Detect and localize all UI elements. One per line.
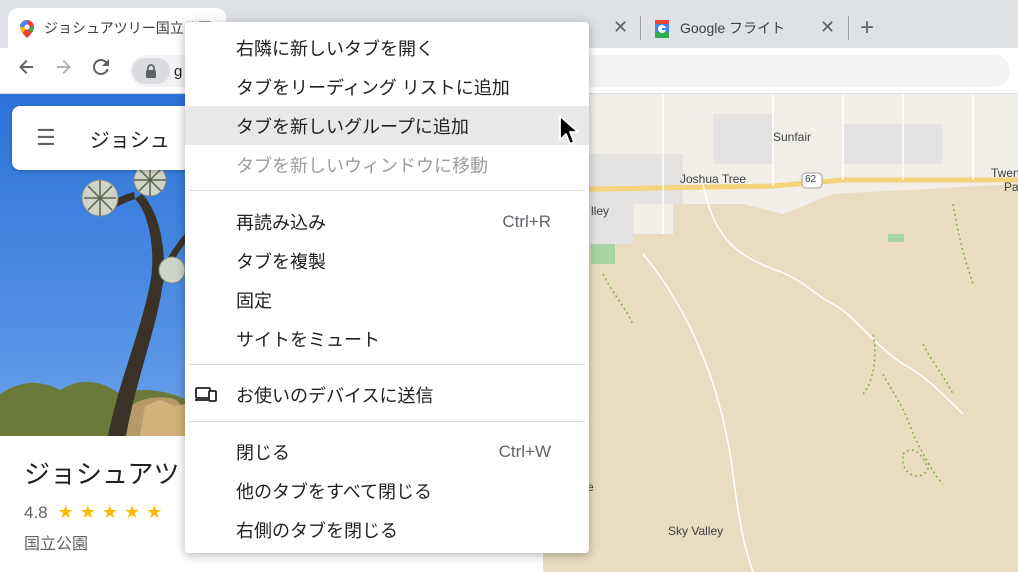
mouse-cursor-icon	[558, 114, 582, 153]
place-category: 国立公園	[24, 536, 89, 553]
menu-item-reload[interactable]: 再読み込み Ctrl+R	[185, 202, 589, 241]
menu-separator	[189, 421, 585, 422]
rating-row: 4.8 ★★★★★	[24, 502, 168, 523]
google-flights-icon	[654, 20, 670, 41]
lock-icon[interactable]	[132, 58, 170, 84]
map-label: Joshua Tree	[680, 172, 747, 186]
send-to-devices-icon	[195, 386, 217, 407]
menu-item-label: タブをリーディング リストに追加	[236, 77, 510, 98]
close-icon[interactable]: ✕	[820, 17, 835, 38]
map-label: Sky Valley	[668, 524, 724, 538]
tab-google-flights[interactable]: Google フライト ✕	[644, 8, 844, 48]
url-text: g	[174, 62, 183, 80]
menu-item-mute-site[interactable]: サイトをミュート	[185, 319, 589, 358]
hamburger-menu-icon[interactable]: ☰	[36, 125, 56, 151]
tab-separator	[848, 16, 849, 40]
menu-item-label: タブを複製	[236, 251, 326, 272]
place-title: ジョシュアツ	[24, 459, 180, 489]
menu-item-label: 右側のタブを閉じる	[236, 520, 398, 541]
search-query: ジョシュ	[89, 129, 170, 152]
menu-item-close[interactable]: 閉じる Ctrl+W	[185, 432, 589, 471]
new-tab-button[interactable]: +	[860, 16, 874, 40]
back-arrow-icon[interactable]	[16, 56, 36, 86]
forward-arrow-icon[interactable]	[54, 56, 74, 86]
menu-item-label: お使いのデバイスに送信	[236, 385, 434, 406]
menu-item-pin[interactable]: 固定	[185, 280, 589, 319]
star-rating-icon: ★★★★★	[57, 502, 169, 522]
menu-item-label: タブを新しいウィンドウに移動	[236, 155, 488, 176]
menu-item-add-to-new-group[interactable]: タブを新しいグループに追加	[185, 106, 589, 145]
menu-item-label: サイトをミュート	[236, 329, 380, 350]
reload-icon[interactable]	[91, 56, 111, 86]
menu-item-label: 閉じる	[236, 442, 290, 463]
close-icon[interactable]: ✕	[613, 17, 628, 38]
menu-item-move-to-new-window: タブを新しいウィンドウに移動	[185, 145, 589, 184]
google-maps-pin-icon	[20, 20, 34, 41]
map-label: Pa	[1004, 180, 1018, 194]
menu-item-close-tabs-to-right[interactable]: 右側のタブを閉じる	[185, 510, 589, 549]
map-label: 62	[805, 174, 817, 185]
menu-item-label: 再読み込み	[236, 212, 326, 233]
tab-separator	[640, 16, 641, 40]
menu-item-label: 他のタブをすべて閉じる	[236, 481, 433, 502]
map-label: lley	[591, 204, 610, 218]
menu-item-shortcut: Ctrl+R	[502, 211, 551, 231]
map-label: Twen	[991, 166, 1018, 180]
menu-item-new-tab-right[interactable]: 右隣に新しいタブを開く	[185, 28, 589, 67]
menu-item-send-to-devices[interactable]: お使いのデバイスに送信	[185, 375, 589, 414]
tab-context-menu: 右隣に新しいタブを開く タブをリーディング リストに追加 タブを新しいグループに…	[185, 22, 589, 553]
menu-item-label: 右隣に新しいタブを開く	[236, 38, 434, 59]
menu-item-add-to-reading-list[interactable]: タブをリーディング リストに追加	[185, 67, 589, 106]
menu-item-shortcut: Ctrl+W	[498, 441, 551, 461]
map-label: Sunfair	[773, 130, 812, 144]
menu-item-label: タブを新しいグループに追加	[236, 116, 469, 137]
map-view[interactable]: Sunfair Joshua Tree 62 Twen Pa lley Sky …	[543, 94, 1018, 572]
menu-separator	[189, 364, 585, 365]
rating-value: 4.8	[24, 502, 48, 522]
menu-item-close-other-tabs[interactable]: 他のタブをすべて閉じる	[185, 471, 589, 510]
menu-item-duplicate[interactable]: タブを複製	[185, 241, 589, 280]
menu-item-label: 固定	[236, 290, 272, 311]
tab-title: Google フライト	[680, 20, 786, 36]
menu-separator	[189, 190, 585, 191]
